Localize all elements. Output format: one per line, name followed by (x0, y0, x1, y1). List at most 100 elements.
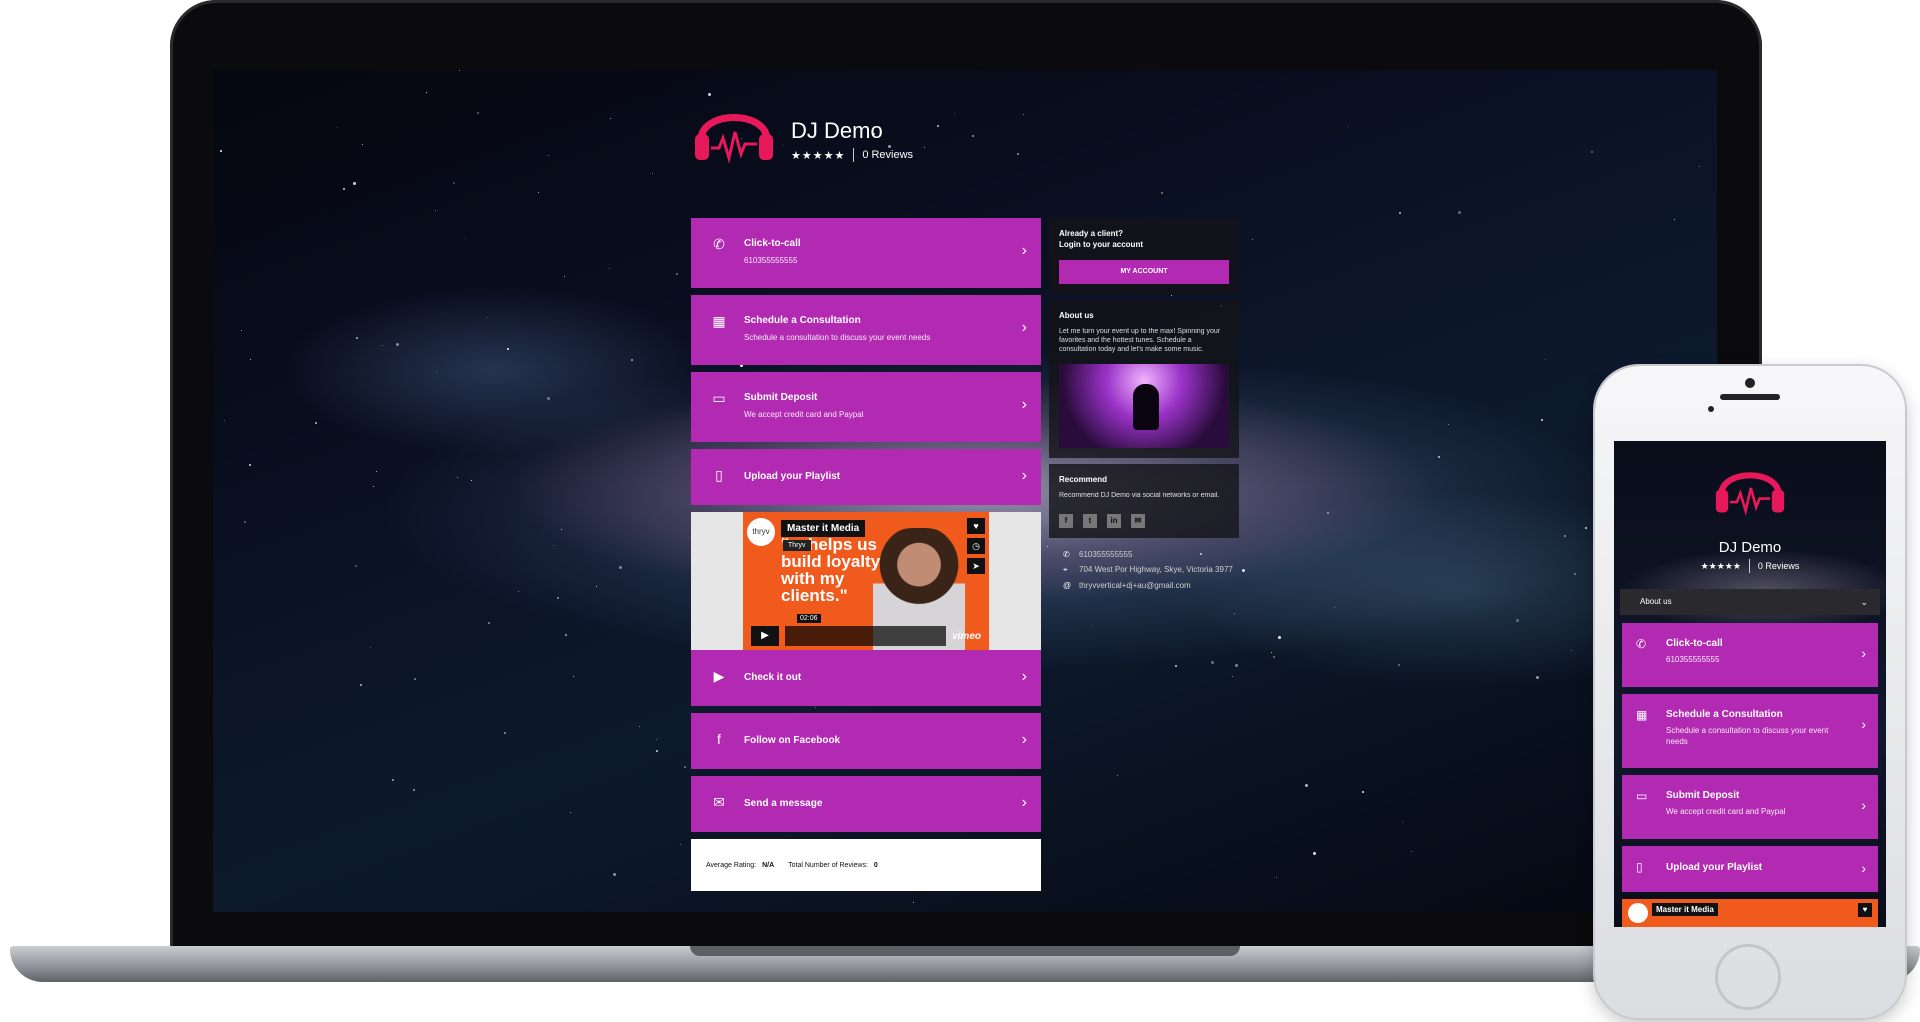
star-dot (1117, 775, 1118, 776)
star-dot (224, 420, 225, 421)
star-dot (453, 182, 455, 184)
action-card[interactable]: ▦ Schedule a Consultation Schedule a consu… (1622, 694, 1878, 768)
heart-icon[interactable]: ♥ (1858, 903, 1872, 917)
average-rating: Average Rating: N/A (706, 862, 774, 869)
brand-rating: ★★★★★ 0 Reviews (1614, 559, 1886, 573)
star-dot (1305, 784, 1308, 787)
channel-avatar[interactable] (1628, 903, 1648, 923)
chevron-right-icon: › (1021, 467, 1027, 484)
average-rating-label: Average Rating: (706, 861, 757, 869)
star-dot (656, 750, 658, 752)
star-dot (1564, 535, 1566, 537)
chevron-right-icon: › (1861, 645, 1866, 661)
email-share-icon[interactable]: ✉ (1131, 514, 1145, 528)
action-card[interactable]: ▦ Schedule a Consultation Schedule a consu… (691, 295, 1041, 365)
contact-phone-row: ✆ 610355555555 (1063, 550, 1239, 559)
star-dot (355, 565, 357, 567)
social-share-buttons: f t in ✉ (1059, 514, 1229, 528)
video-title[interactable]: Master it Media (1652, 903, 1718, 916)
link-card[interactable]: f Follow on Facebook › (691, 713, 1041, 769)
reviews-link[interactable]: 0 Reviews (1758, 561, 1800, 571)
video-side-buttons: ♥ ◷ ➤ (967, 518, 985, 574)
star-dot (244, 521, 246, 523)
heart-icon[interactable]: ♥ (967, 518, 985, 534)
action-card[interactable]: ▯ Upload your Playlist › (691, 449, 1041, 505)
clock-icon[interactable]: ◷ (967, 538, 985, 554)
chevron-right-icon: › (1021, 794, 1027, 811)
video-embed[interactable]: thryv Master it Media "... helps us buil… (691, 512, 1041, 650)
facebook-share-icon[interactable]: f (1059, 514, 1073, 528)
star-dot (1334, 607, 1335, 608)
home-button[interactable] (1715, 944, 1781, 1010)
video-player[interactable]: thryv Master it Media "... helps us buil… (743, 512, 989, 650)
headphones-logo-icon (1715, 472, 1785, 516)
play-button[interactable]: ▶ (751, 626, 779, 646)
star-dot (414, 678, 416, 680)
star-dot (1591, 151, 1593, 153)
star-dot (639, 726, 640, 727)
contact-address[interactable]: 704 West Por Highway, Skye, Victoria 397… (1079, 565, 1233, 574)
contact-email[interactable]: thryvvertical+dj+au@gmail.com (1079, 581, 1191, 590)
phone-speaker (1720, 394, 1780, 400)
star-dot (570, 812, 571, 813)
phone-icon: ✆ (713, 236, 725, 252)
action-card[interactable]: ▯ Upload your Playlist › (1622, 846, 1878, 892)
action-title: Schedule a Consultation (1666, 709, 1783, 720)
star-dot (1278, 636, 1281, 639)
star-dot (343, 188, 345, 190)
client-login-panel: Already a client? Login to your account … (1049, 218, 1239, 294)
video-progress-bar[interactable]: 02:06 (785, 614, 947, 646)
star-dot (1399, 212, 1401, 214)
about-accordion-label: About us (1640, 597, 1672, 606)
star-dot (913, 902, 914, 903)
reviews-link[interactable]: 0 Reviews (862, 149, 913, 161)
star-dot (561, 529, 562, 530)
action-title: Submit Deposit (744, 392, 818, 403)
star-dot (954, 113, 955, 114)
star-dot (315, 422, 317, 424)
star-dot (1571, 650, 1572, 651)
chevron-right-icon: › (1021, 668, 1027, 685)
action-card[interactable]: ✆ Click-to-call 610355555555 › (691, 218, 1041, 288)
channel-avatar[interactable]: thryv (747, 518, 775, 546)
action-card[interactable]: ▭ Submit Deposit We accept credit card and… (1622, 775, 1878, 839)
share-icon[interactable]: ➤ (967, 558, 985, 574)
star-dot (392, 779, 394, 781)
divider (853, 148, 855, 162)
twitter-share-icon[interactable]: t (1083, 514, 1097, 528)
action-title: Click-to-call (744, 238, 801, 249)
star-dot (656, 739, 657, 740)
chevron-right-icon: › (1861, 797, 1866, 813)
star-dot (1252, 239, 1253, 240)
action-card[interactable]: ✆ Click-to-call 610355555555 › (1622, 623, 1878, 687)
video-tag: Thryv (783, 540, 811, 551)
video-embed[interactable]: Master it Media ♥ (1622, 899, 1878, 927)
action-subtitle: We accept credit card and Paypal (744, 410, 864, 419)
star-dot (457, 477, 458, 478)
link-card[interactable]: ▶ Check it out › (691, 650, 1041, 706)
star-dot (684, 766, 686, 768)
facebook-icon: f (717, 731, 721, 747)
contact-phone[interactable]: 610355555555 (1079, 550, 1132, 559)
star-dot (370, 647, 371, 648)
star-dot (1585, 527, 1587, 529)
recommend-panel: Recommend Recommend DJ Demo via social n… (1049, 464, 1239, 538)
my-account-button[interactable]: MY ACCOUNT (1059, 260, 1229, 284)
recommend-heading: Recommend (1059, 475, 1108, 484)
total-reviews-value: 0 (873, 861, 878, 869)
linkedin-share-icon[interactable]: in (1107, 514, 1121, 528)
contact-info: ✆ 610355555555 ⌖ 704 West Por Highway, Sky… (1049, 550, 1239, 590)
star-dot (553, 545, 554, 546)
calendar-icon: ▦ (1636, 708, 1648, 722)
phone-sensor (1708, 406, 1714, 412)
star-dot (565, 634, 567, 636)
link-card[interactable]: ✉ Send a message › (691, 776, 1041, 832)
star-dot (1327, 512, 1329, 514)
star-dot (396, 343, 399, 346)
star-dot (1232, 676, 1233, 677)
action-card[interactable]: ▭ Submit Deposit We accept credit card and… (691, 372, 1041, 442)
star-dot (1362, 791, 1364, 793)
vimeo-logo[interactable]: vimeo (952, 631, 985, 642)
star-rating: ★★★★★ (1700, 560, 1741, 571)
about-accordion[interactable]: About us ⌄ (1620, 589, 1880, 615)
